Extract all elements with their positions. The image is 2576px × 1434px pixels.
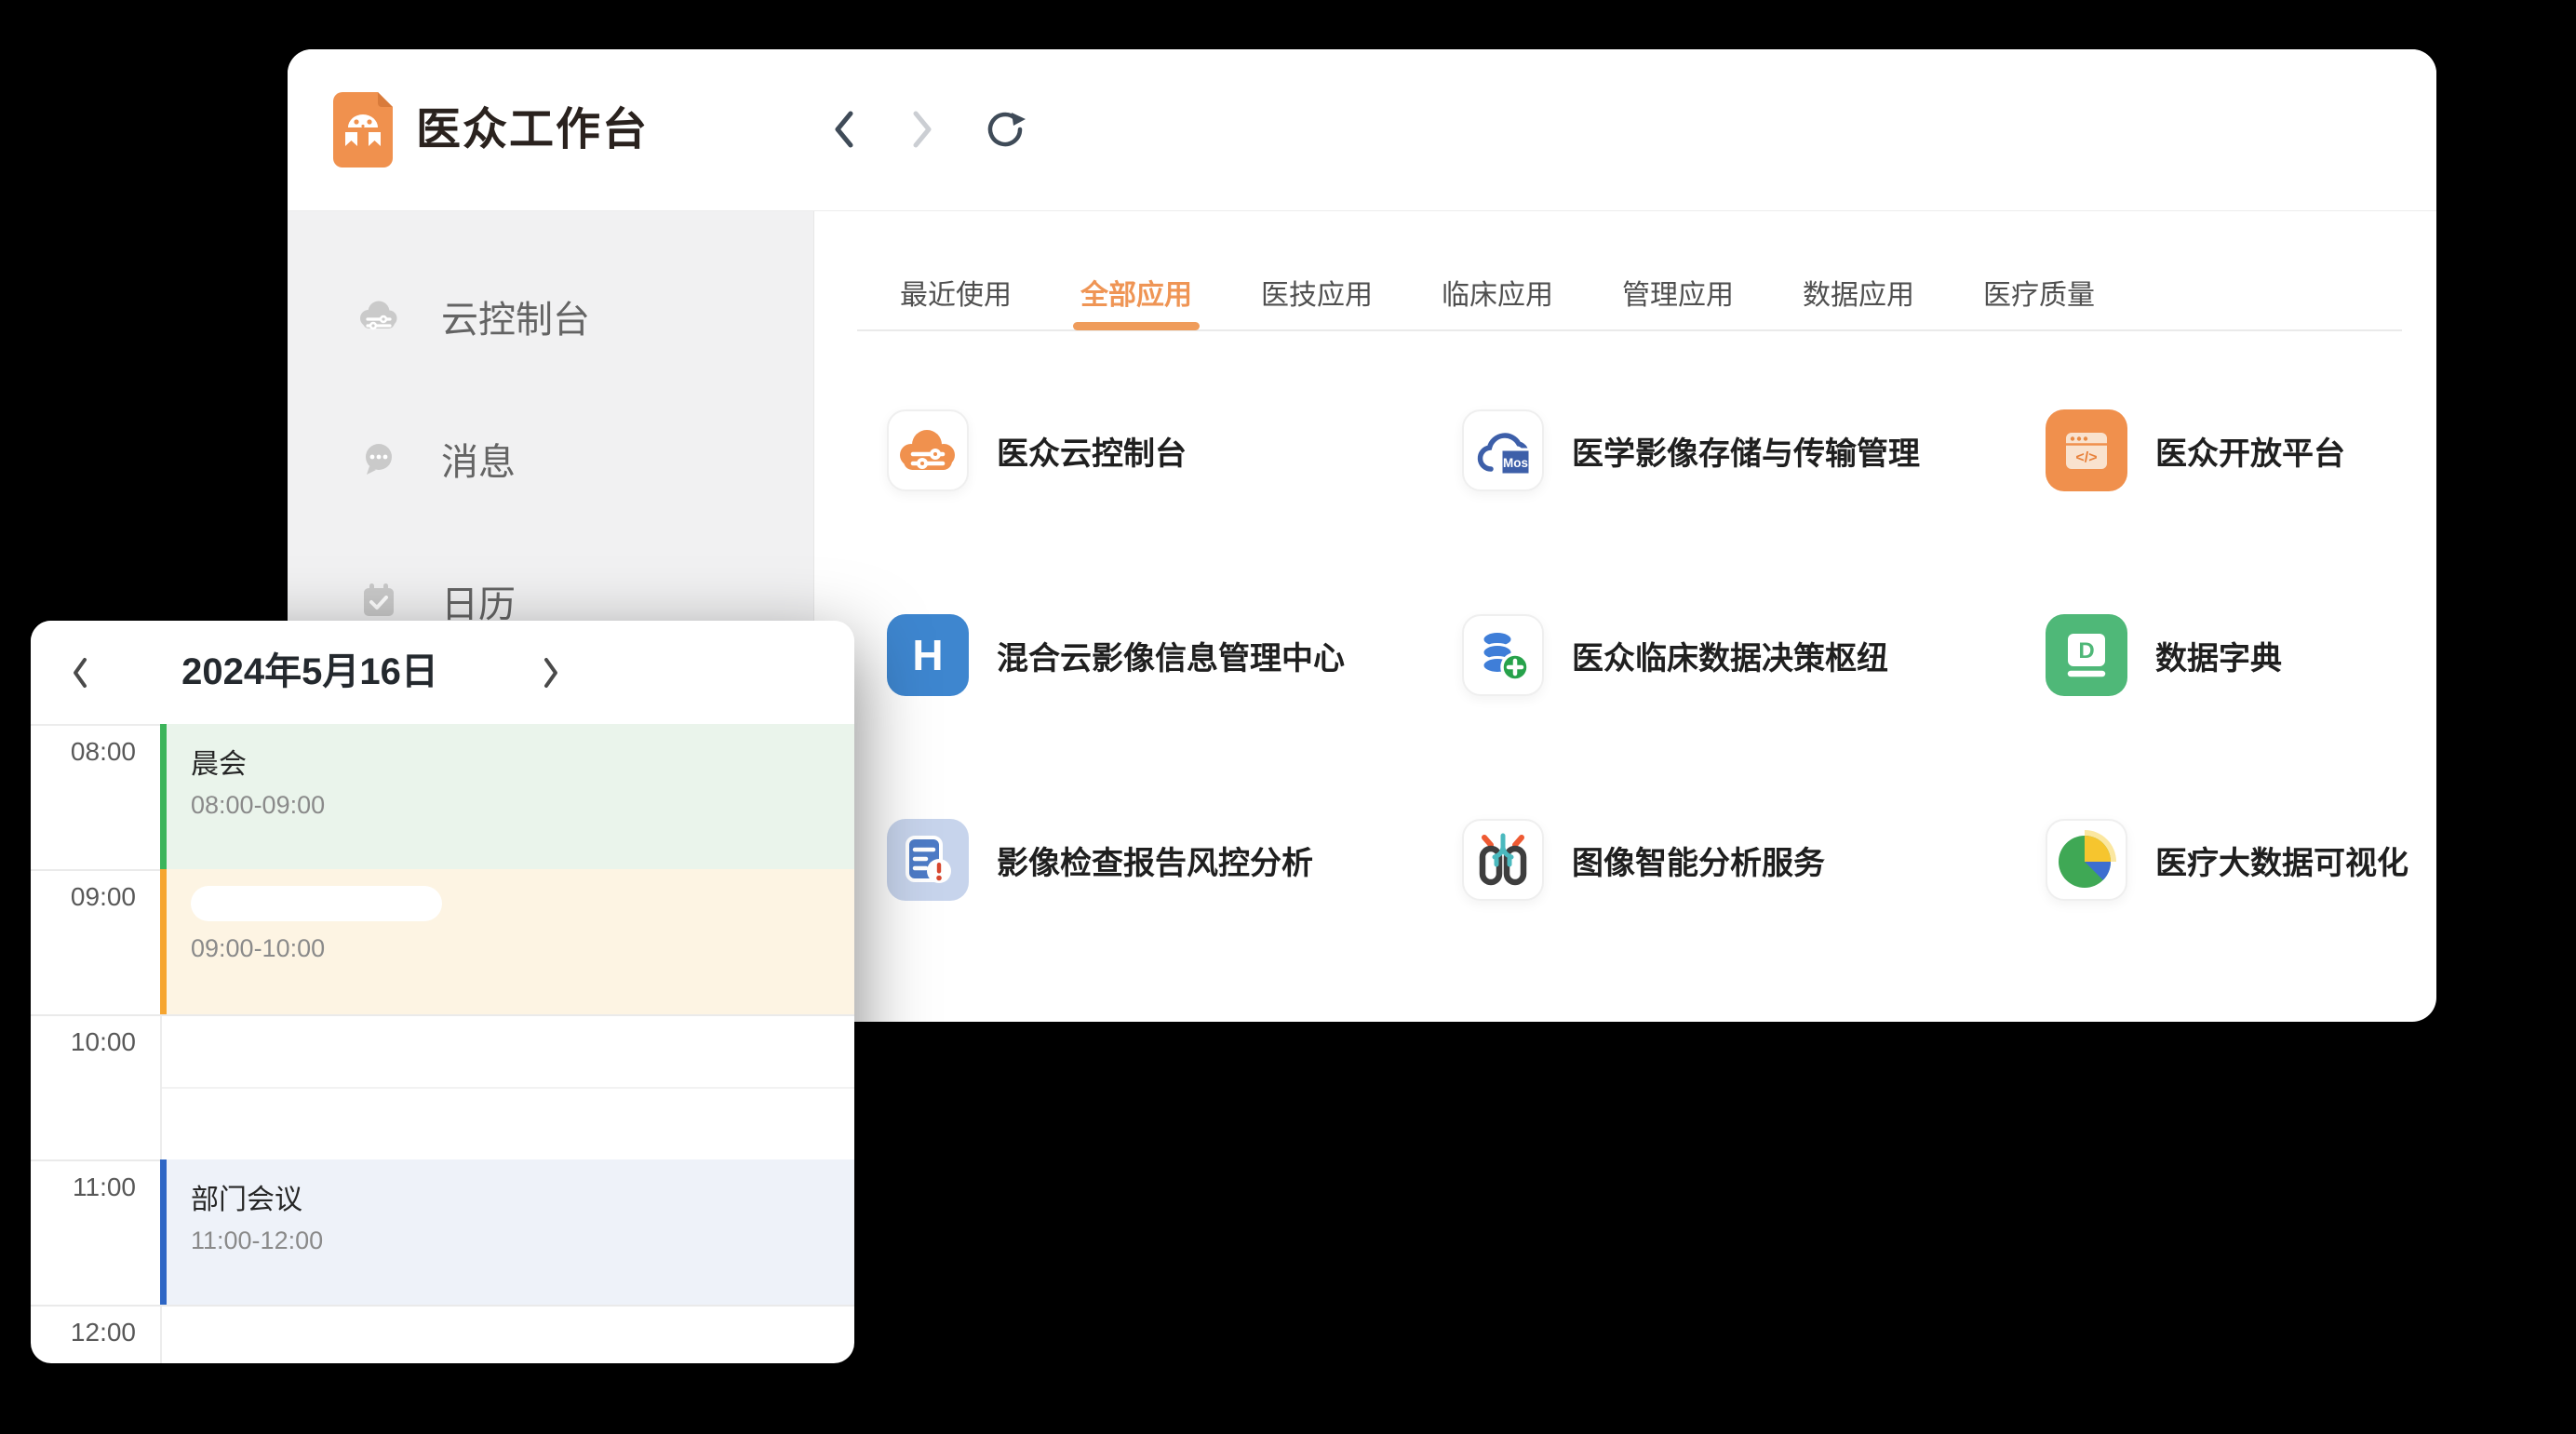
time-label: 11:00	[31, 1173, 136, 1202]
svg-text:Mos: Mos	[1503, 456, 1528, 470]
calendar-date: 2024年5月16日	[105, 621, 515, 724]
screen: 医众工作台	[0, 0, 2576, 1434]
mos-cloud-app-icon: Mos	[1462, 409, 1544, 491]
window-title: 医众工作台	[416, 49, 649, 210]
app-open-platform[interactable]: </> 医众开放平台	[2046, 409, 2345, 491]
tab-management[interactable]: 管理应用	[1622, 280, 1734, 312]
lungs-ai-app-icon	[1462, 819, 1544, 901]
app-hybrid-cloud-center[interactable]: H 混合云影像信息管理中心	[887, 614, 1345, 696]
redacted-event-title	[191, 886, 442, 921]
app-category-tabs: 最近使用 全部应用 医技应用 临床应用 管理应用 数据应用 医疗质量	[900, 280, 2095, 312]
tab-clinical[interactable]: 临床应用	[1442, 280, 1553, 312]
app-image-ai-service[interactable]: 图像智能分析服务	[1462, 819, 1825, 901]
report-risk-app-icon	[887, 819, 969, 901]
svg-text:</>: </>	[2075, 450, 2097, 466]
tab-data[interactable]: 数据应用	[1803, 280, 1914, 312]
nav-forward-icon[interactable]	[909, 109, 935, 150]
half-hour-line	[162, 1087, 854, 1089]
sidebar-item-label: 消息	[441, 432, 516, 486]
app-bigdata-visualization[interactable]: 医疗大数据可视化	[2046, 819, 2408, 901]
calendar-event-redacted[interactable]: 09:00-10:00	[160, 869, 854, 1014]
data-dictionary-app-icon: D	[2046, 614, 2127, 696]
app-imaging-storage[interactable]: Mos 医学影像存储与传输管理	[1462, 409, 1920, 491]
event-time: 09:00-10:00	[191, 934, 854, 963]
hour-line	[31, 1014, 854, 1016]
window-header: 医众工作台	[288, 49, 2436, 211]
app-name: 医众开放平台	[2155, 428, 2345, 474]
hybrid-cloud-h-app-icon: H	[887, 614, 969, 696]
message-bubble-icon	[354, 434, 404, 484]
tab-quality[interactable]: 医疗质量	[1983, 280, 2095, 312]
nav-refresh-icon[interactable]	[984, 108, 1026, 151]
hour-line	[31, 1305, 854, 1307]
calendar-header: 2024年5月16日	[31, 621, 854, 726]
app-name: 影像检查报告风控分析	[997, 838, 1313, 883]
event-time: 11:00-12:00	[191, 1226, 854, 1255]
svg-text:D: D	[2078, 638, 2094, 663]
app-data-dictionary[interactable]: D 数据字典	[2046, 614, 2282, 696]
tab-recent[interactable]: 最近使用	[900, 280, 1012, 312]
calendar-event-morning-meeting[interactable]: 晨会 08:00-09:00	[160, 724, 854, 869]
event-title: 晨会	[191, 741, 854, 782]
app-cloud-console[interactable]: 医众云控制台	[887, 409, 1187, 491]
cloud-settings-icon	[354, 291, 404, 342]
clinical-data-hub-app-icon	[1462, 614, 1544, 696]
calendar-check-icon	[354, 576, 404, 626]
app-name: 医疗大数据可视化	[2155, 838, 2408, 883]
app-name: 图像智能分析服务	[1572, 838, 1825, 883]
event-title: 部门会议	[191, 1176, 854, 1217]
nav-back-icon[interactable]	[831, 109, 857, 150]
app-name: 医众云控制台	[997, 428, 1187, 474]
app-name: 医众临床数据决策枢纽	[1572, 633, 1888, 678]
sidebar-item-label: 云控制台	[441, 289, 590, 343]
day-calendar-panel: 2024年5月16日 08:00 09:00 10:00 11:00 12:00…	[31, 621, 854, 1363]
tab-medtech[interactable]: 医技应用	[1261, 280, 1373, 312]
sidebar-item-messages[interactable]: 消息	[354, 431, 516, 487]
event-time: 08:00-09:00	[191, 791, 854, 820]
cloud-console-app-icon	[887, 409, 969, 491]
app-name: 混合云影像信息管理中心	[997, 633, 1345, 678]
chevron-left-icon[interactable]	[70, 656, 90, 690]
time-label: 10:00	[31, 1027, 136, 1057]
app-clinical-data-hub[interactable]: 医众临床数据决策枢纽	[1462, 614, 1888, 696]
time-label: 09:00	[31, 882, 136, 912]
time-label: 12:00	[31, 1318, 136, 1347]
workbench-logo-icon	[333, 92, 393, 168]
calendar-event-department-meeting[interactable]: 部门会议 11:00-12:00	[160, 1159, 854, 1305]
app-name: 医学影像存储与传输管理	[1572, 428, 1920, 474]
bigdata-pie-app-icon	[2046, 819, 2127, 901]
tab-all-apps[interactable]: 全部应用	[1080, 280, 1192, 312]
chevron-right-icon[interactable]	[541, 656, 561, 690]
app-report-risk-analysis[interactable]: 影像检查报告风控分析	[887, 819, 1313, 901]
sidebar-item-cloud-console[interactable]: 云控制台	[354, 288, 590, 344]
open-platform-app-icon: </>	[2046, 409, 2127, 491]
app-name: 数据字典	[2155, 633, 2282, 678]
time-label: 08:00	[31, 737, 136, 767]
